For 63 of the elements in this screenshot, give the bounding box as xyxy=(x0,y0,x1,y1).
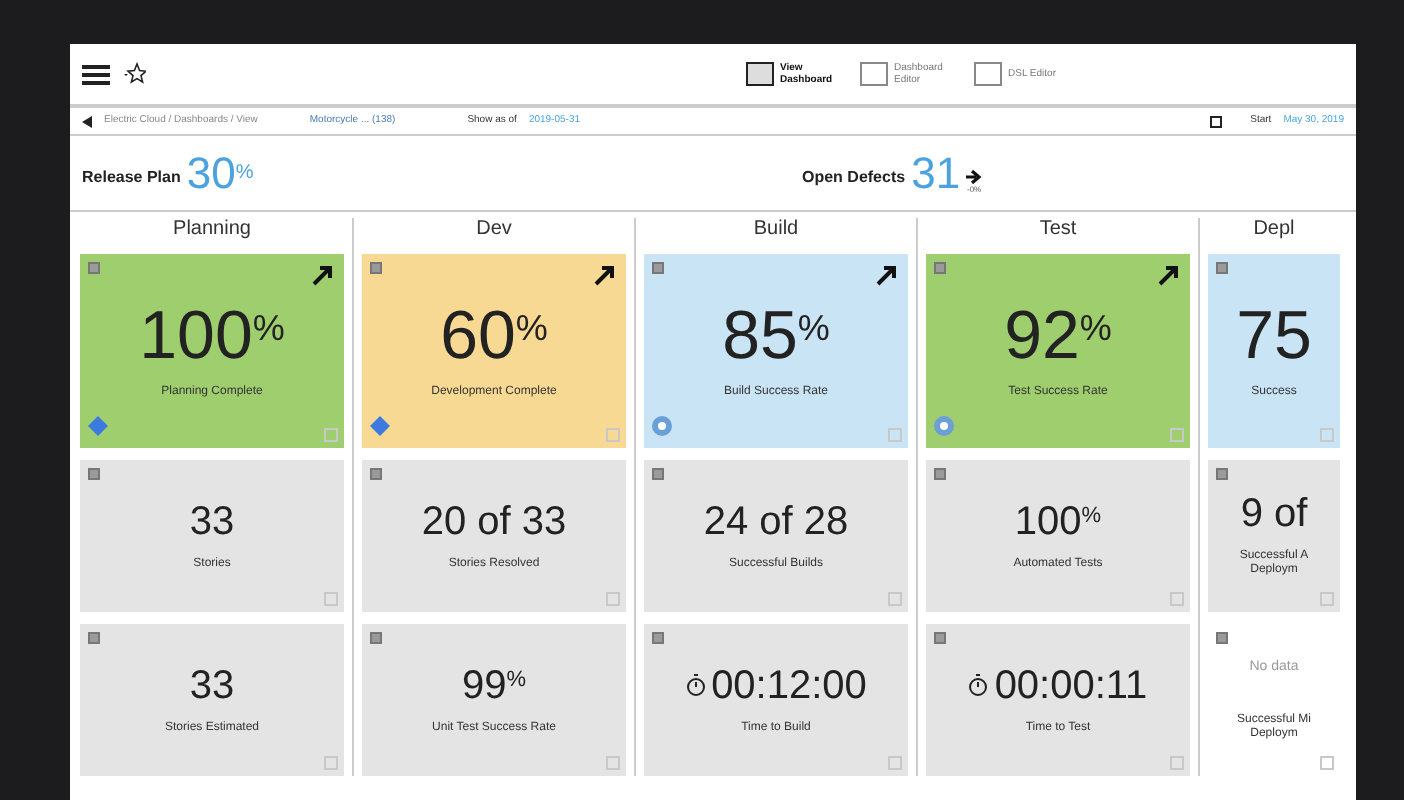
column-header: Dev xyxy=(474,218,514,242)
diamond-icon xyxy=(370,416,390,436)
column-header: Build xyxy=(751,218,801,242)
resize-icon[interactable] xyxy=(606,756,620,770)
handle-icon[interactable] xyxy=(652,632,664,644)
menu-icon[interactable] xyxy=(82,63,110,85)
kpi-label: Release Plan xyxy=(82,165,181,189)
resize-icon[interactable] xyxy=(1170,592,1184,606)
metric-value: 100$^{%}$ xyxy=(1014,501,1102,541)
kpi-value: 30$^{%}$ xyxy=(186,151,254,195)
column-header: Depl xyxy=(1251,218,1297,242)
handle-icon[interactable] xyxy=(934,468,946,480)
handle-icon[interactable] xyxy=(370,262,382,274)
kpi-label: Open Defects xyxy=(802,165,906,189)
arrow-icon xyxy=(966,169,983,183)
handle-icon[interactable] xyxy=(652,468,664,480)
resize-icon[interactable] xyxy=(324,756,338,770)
handle-icon[interactable] xyxy=(88,632,100,644)
metric-value: 75 xyxy=(1236,302,1312,370)
handle-icon[interactable] xyxy=(88,262,100,274)
diamond-icon xyxy=(88,416,108,436)
resize-icon[interactable] xyxy=(1170,756,1184,770)
resize-icon[interactable] xyxy=(1320,428,1334,442)
stopwatch-icon xyxy=(968,674,989,696)
round-logo-icon xyxy=(652,416,672,436)
handle-icon[interactable] xyxy=(934,632,946,644)
resize-icon[interactable] xyxy=(1320,756,1334,770)
resize-icon[interactable] xyxy=(606,428,620,442)
handle-icon[interactable] xyxy=(370,632,382,644)
resize-icon[interactable] xyxy=(324,592,338,606)
round-logo-icon xyxy=(934,416,954,436)
handle-icon[interactable] xyxy=(1216,468,1228,480)
resize-icon[interactable] xyxy=(888,428,902,442)
column-header: Planning xyxy=(171,218,253,242)
metric-value: 20 of 33 xyxy=(421,501,567,541)
handle-icon[interactable] xyxy=(652,262,664,274)
resize-icon[interactable] xyxy=(888,756,902,770)
handle-icon[interactable] xyxy=(1216,262,1228,274)
metric-value: 100$^{%}$ xyxy=(139,302,285,370)
column-header: Test xyxy=(1037,218,1079,242)
fullscreen-icon[interactable] xyxy=(1210,115,1223,127)
resize-icon[interactable] xyxy=(1320,592,1334,606)
metric-value: 9 of xyxy=(1240,494,1308,534)
handle-icon[interactable] xyxy=(88,468,100,480)
metric-value: 85$^{%}$ xyxy=(722,302,830,370)
metric-value: 92$^{%}$ xyxy=(1004,302,1112,370)
metric-value: 60$^{%}$ xyxy=(440,302,548,370)
stopwatch-icon xyxy=(685,674,706,696)
handle-icon[interactable] xyxy=(1216,632,1228,644)
kpi-value: 31 xyxy=(911,151,961,195)
metric-value: 33 xyxy=(189,501,235,541)
handle-icon[interactable] xyxy=(370,468,382,480)
handle-icon[interactable] xyxy=(934,262,946,274)
resize-icon[interactable] xyxy=(1170,428,1184,442)
metric-value: 00:00:11 xyxy=(994,665,1148,705)
back-icon[interactable] xyxy=(82,115,92,127)
metric-value: 00:12:00 xyxy=(711,665,867,705)
resize-icon[interactable] xyxy=(606,592,620,606)
metric-value: 24 of 28 xyxy=(703,501,849,541)
metric-value: 99$^{%}$ xyxy=(461,665,527,705)
resize-icon[interactable] xyxy=(888,592,902,606)
resize-icon[interactable] xyxy=(324,428,338,442)
metric-value: 33 xyxy=(189,665,235,705)
